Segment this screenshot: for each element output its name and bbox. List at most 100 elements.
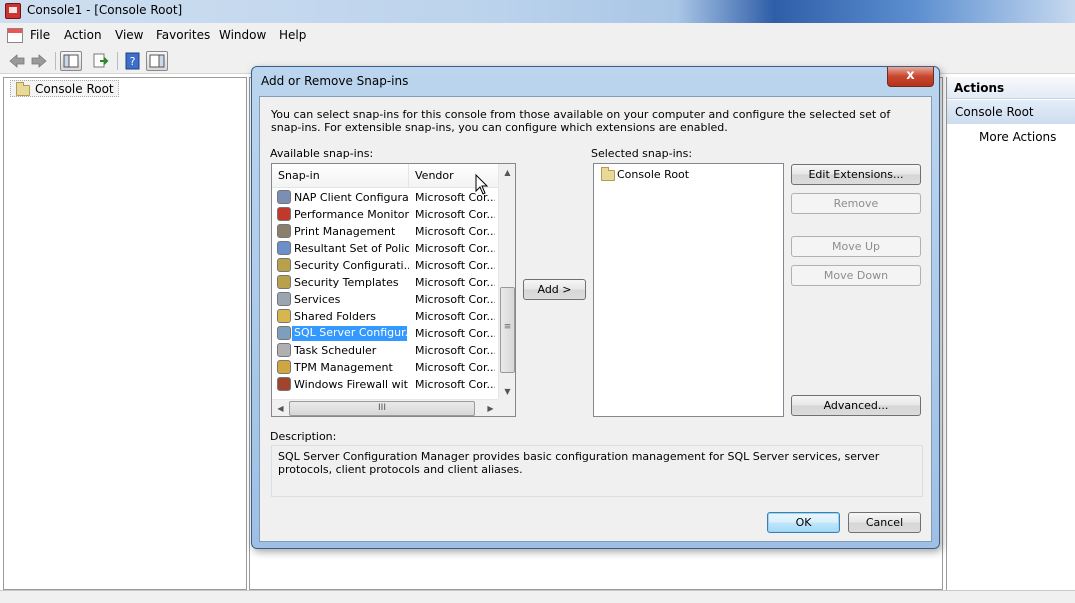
selected-snapins-label: Selected snap-ins: [591,147,693,160]
snapin-row[interactable]: Security Configurati... Microsoft Cor... [272,257,499,274]
menu-bar: File Action View Favorites Window Help [0,23,1075,48]
window-title-bar: Console1 - [Console Root] [0,0,1075,23]
mmc-app-icon [5,3,21,19]
snapin-row[interactable]: Resultant Set of Policy Microsoft Cor... [272,240,499,257]
thumb-grip-icon: III [378,403,386,413]
actions-section-console-root[interactable]: Console Root [947,100,1075,124]
column-header-snapin[interactable]: Snap-in [272,164,409,188]
actions-pane: Actions Console Root More Actions [946,77,1075,590]
console-tree-pane: Console Root [3,77,247,590]
console-tree-icon [63,54,79,68]
description-label: Description: [270,430,337,443]
tree-node-console-root[interactable]: Console Root [10,80,119,97]
snapin-name: Resultant Set of Policy [294,242,409,255]
selected-snapins-list[interactable]: Console Root [593,163,784,417]
snapin-row[interactable]: TPM Management Microsoft Cor... [272,359,499,376]
snapin-name: TPM Management [294,361,393,374]
svg-text:?: ? [130,55,136,68]
snapin-vendor: Microsoft Cor... [415,208,495,221]
scroll-down-arrow-icon[interactable]: ▼ [499,383,515,400]
selected-item-label: Console Root [617,168,690,181]
scroll-up-arrow-icon[interactable]: ▲ [499,164,515,181]
snapin-row[interactable]: Shared Folders Microsoft Cor... [272,308,499,325]
key-icon [277,360,291,374]
tree-node-label: Console Root [35,82,114,96]
show-hide-action-pane-button[interactable] [146,51,168,71]
shared-folder-icon [277,309,291,323]
menu-action[interactable]: Action [64,28,102,42]
snapin-vendor: Microsoft Cor... [415,276,495,289]
menu-help[interactable]: Help [279,28,306,42]
snapin-vendor: Microsoft Cor... [415,361,495,374]
toolbar-separator [55,52,56,70]
sql-server-icon [277,326,291,340]
snapin-row[interactable]: NAP Client Configura... Microsoft Cor... [272,189,499,206]
intro-text: You can select snap-ins for this console… [271,108,891,134]
security-templates-icon [277,275,291,289]
snapin-name: Services [294,293,341,306]
available-snapins-list[interactable]: Snap-in Vendor NAP Client Configura... Mi… [271,163,516,417]
snapin-vendor: Microsoft Cor... [415,242,495,255]
snapin-row[interactable]: Services Microsoft Cor... [272,291,499,308]
scroll-left-arrow-icon[interactable]: ◀ [272,400,289,416]
snapin-row[interactable]: Performance Monitor Microsoft Cor... [272,206,499,223]
firewall-icon [277,377,291,391]
snapin-vendor: Microsoft Cor... [415,344,495,357]
move-up-button[interactable]: Move Up [791,236,921,257]
mouse-cursor-icon [475,174,489,195]
snapin-vendor: Microsoft Cor... [415,259,495,272]
snapin-vendor: Microsoft Cor... [415,293,495,306]
export-list-icon[interactable] [90,51,112,71]
perf-monitor-icon [277,207,291,221]
snapin-name: Task Scheduler [294,344,377,357]
move-down-button[interactable]: Move Down [791,265,921,286]
add-button[interactable]: Add > [523,279,586,300]
selected-item-console-root[interactable]: Console Root [600,167,689,183]
forward-arrow-icon[interactable] [28,51,50,71]
available-snapins-label: Available snap-ins: [270,147,374,160]
vertical-scrollbar[interactable]: ▲ ≡ ▼ [498,164,515,400]
show-hide-tree-button[interactable] [60,51,82,71]
action-pane-icon [149,54,165,68]
mdi-window-icon[interactable] [7,28,23,43]
horizontal-scrollbar[interactable]: ◀ III ▶ [272,399,499,416]
snapin-vendor: Microsoft Cor... [415,327,495,340]
snapin-name: Security Configurati... [294,259,409,272]
more-actions-link[interactable]: More Actions [979,130,1056,144]
snapin-vendor: Microsoft Cor... [415,225,495,238]
close-button[interactable]: x [887,67,934,87]
security-config-icon [277,258,291,272]
scroll-right-arrow-icon[interactable]: ▶ [482,400,499,416]
status-bar [0,590,1075,603]
remove-button[interactable]: Remove [791,193,921,214]
cancel-button[interactable]: Cancel [848,512,921,533]
snapin-row[interactable]: SQL Server Configur... Microsoft Cor... [272,325,499,342]
policy-icon [277,241,291,255]
folder-icon [601,167,615,181]
snapin-row[interactable]: Security Templates Microsoft Cor... [272,274,499,291]
snapin-name: Windows Firewall wit... [294,378,409,391]
menu-favorites[interactable]: Favorites [156,28,210,42]
ok-button[interactable]: OK [767,512,840,533]
advanced-button[interactable]: Advanced... [791,395,921,416]
back-arrow-icon[interactable] [6,51,28,71]
scroll-thumb[interactable]: ≡ [500,287,515,373]
snapin-vendor: Microsoft Cor... [415,378,495,391]
hscroll-thumb[interactable]: III [289,401,475,416]
add-remove-snapins-dialog: Add or Remove Snap-ins x You can select … [251,66,940,549]
menu-file[interactable]: File [30,28,50,42]
snapin-name: NAP Client Configura... [294,191,409,204]
snapin-name: SQL Server Configur... [292,326,407,341]
dialog-title: Add or Remove Snap-ins [261,74,409,88]
snapin-row[interactable]: Task Scheduler Microsoft Cor... [272,342,499,359]
snapin-row[interactable]: Print Management Microsoft Cor... [272,223,499,240]
snapin-vendor: Microsoft Cor... [415,310,495,323]
menu-window[interactable]: Window [219,28,266,42]
snapin-name: Security Templates [294,276,399,289]
snapin-row[interactable]: Windows Firewall wit... Microsoft Cor... [272,376,499,393]
window-title: Console1 - [Console Root] [27,3,183,17]
edit-extensions-button[interactable]: Edit Extensions... [791,164,921,185]
help-icon[interactable]: ? [122,51,144,71]
snapin-name: Shared Folders [294,310,376,323]
menu-view[interactable]: View [115,28,143,42]
